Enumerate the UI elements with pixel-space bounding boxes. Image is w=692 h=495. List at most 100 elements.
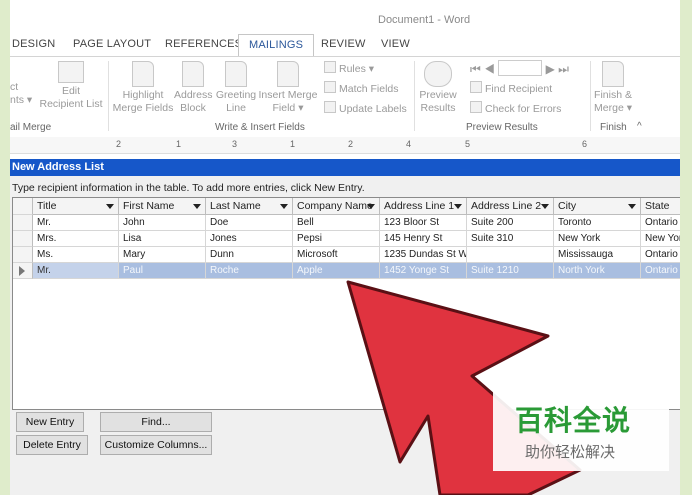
delete-entry-button[interactable]: Delete Entry <box>16 435 88 455</box>
table-cell[interactable]: John <box>119 215 206 231</box>
ruler-number: 5 <box>465 139 471 149</box>
dialog-title: New Address List <box>10 159 680 176</box>
address-block-button[interactable]: Address Block <box>174 61 213 115</box>
table-cell[interactable] <box>467 247 554 263</box>
tab-view[interactable]: VIEW <box>381 38 410 50</box>
table-cell[interactable]: Suite 1210 <box>467 263 554 279</box>
table-cell[interactable]: Dunn <box>206 247 293 263</box>
preview-results-button[interactable]: Preview Results <box>416 61 460 115</box>
table-cell[interactable]: Mrs. <box>33 231 119 247</box>
table-cell[interactable]: Lisa <box>119 231 206 247</box>
chevron-down-icon[interactable] <box>193 204 201 209</box>
select-recipients-button[interactable]: ct nts ▾ <box>10 81 32 107</box>
match-fields-button[interactable]: Match Fields <box>324 81 399 95</box>
table-cell[interactable]: Jones <box>206 231 293 247</box>
row-selector[interactable] <box>13 247 33 263</box>
table-cell[interactable]: Mr. <box>33 263 119 279</box>
table-cell[interactable]: 1235 Dundas St W <box>380 247 467 263</box>
greeting-line-icon <box>225 61 247 87</box>
finish-merge-button[interactable]: Finish & Merge ▾ <box>590 61 636 115</box>
table-cell[interactable]: Pepsi <box>293 231 380 247</box>
next-record-icon[interactable]: ▶ <box>546 62 555 76</box>
table-cell[interactable]: Roche <box>206 263 293 279</box>
table-cell[interactable]: Apple <box>293 263 380 279</box>
row-selector[interactable] <box>13 263 33 279</box>
column-header-address-line-1[interactable]: Address Line 1 <box>380 198 467 215</box>
recipient-table: Title First Name Last Name Company Name … <box>12 197 680 410</box>
column-header-title[interactable]: Title <box>33 198 119 215</box>
table-cell[interactable]: New York <box>554 231 641 247</box>
column-header-first-name[interactable]: First Name <box>119 198 206 215</box>
tab-design[interactable]: DESIGN <box>12 38 55 50</box>
tab-review[interactable]: REVIEW <box>321 38 366 50</box>
table-cell[interactable]: Suite 310 <box>467 231 554 247</box>
highlight-label-1: Highlight <box>122 89 164 101</box>
table-cell[interactable]: New Yor <box>641 231 680 247</box>
tab-page-layout[interactable]: PAGE LAYOUT <box>73 38 151 50</box>
chevron-down-icon[interactable] <box>280 204 288 209</box>
chevron-down-icon[interactable] <box>541 204 549 209</box>
table-cell[interactable]: Mary <box>119 247 206 263</box>
table-cell[interactable]: 1452 Yonge St <box>380 263 467 279</box>
table-cell[interactable]: Ontario <box>641 247 680 263</box>
insert-merge-field-button[interactable]: Insert Merge Field ▾ <box>258 61 318 115</box>
current-row-icon <box>19 266 25 276</box>
table-cell[interactable]: Bell <box>293 215 380 231</box>
column-header-state[interactable]: State <box>641 198 680 215</box>
table-cell[interactable]: Doe <box>206 215 293 231</box>
chevron-down-icon[interactable] <box>454 204 462 209</box>
highlight-merge-fields-button[interactable]: Highlight Merge Fields <box>112 61 174 115</box>
first-record-icon[interactable]: ⏮ <box>470 62 481 76</box>
rules-icon <box>324 61 336 73</box>
rules-button[interactable]: Rules ▾ <box>324 61 374 75</box>
table-cell[interactable]: North York <box>554 263 641 279</box>
table-cell[interactable]: Ontario <box>641 215 680 231</box>
chevron-down-icon[interactable] <box>628 204 636 209</box>
table-cell[interactable]: Microsoft <box>293 247 380 263</box>
table-cell[interactable]: Mr. <box>33 215 119 231</box>
row-selector[interactable] <box>13 215 33 231</box>
greeting-line-button[interactable]: Greeting Line <box>214 61 258 115</box>
table-cell[interactable]: Toronto <box>554 215 641 231</box>
row-selector[interactable] <box>13 231 33 247</box>
column-header-last-name[interactable]: Last Name <box>206 198 293 215</box>
customize-columns-button[interactable]: Customize Columns... <box>100 435 212 455</box>
table-cell[interactable]: 123 Bloor St <box>380 215 467 231</box>
check-errors-button[interactable]: Check for Errors <box>470 101 561 115</box>
record-number-input[interactable] <box>498 60 543 76</box>
column-header-label: Last Name <box>210 200 261 212</box>
chevron-down-icon[interactable] <box>367 204 375 209</box>
watermark-title: 百科全说 <box>515 404 632 437</box>
tab-mailings[interactable]: MAILINGS <box>238 34 315 56</box>
find-recipient-button[interactable]: Find Recipient <box>470 81 552 95</box>
tab-references[interactable]: REFERENCES <box>165 38 242 50</box>
table-cell[interactable]: 145 Henry St <box>380 231 467 247</box>
column-header-city[interactable]: City <box>554 198 641 215</box>
ruler-number: 1 <box>290 139 296 149</box>
write-insert-group-label: Write & Insert Fields <box>215 122 305 133</box>
address-block-icon <box>182 61 204 87</box>
previous-record-icon[interactable]: ◀ <box>484 62 495 76</box>
column-header-address-line-2[interactable]: Address Line 2 <box>467 198 554 215</box>
table-cell[interactable]: Suite 200 <box>467 215 554 231</box>
table-cell[interactable]: Mississauga <box>554 247 641 263</box>
table-cell[interactable]: Paul <box>119 263 206 279</box>
highlight-label-2: Merge Fields <box>112 102 174 114</box>
table-cell[interactable]: Ontario <box>641 263 680 279</box>
edit-recipient-list-button[interactable]: Edit Recipient List <box>38 61 104 111</box>
update-labels-button[interactable]: Update Labels <box>324 101 407 115</box>
ruler-number: 6 <box>582 139 588 149</box>
new-entry-button[interactable]: New Entry <box>16 412 84 432</box>
column-header-label: Company Name <box>297 200 373 212</box>
column-header-label: Title <box>37 200 57 212</box>
check-errors-icon <box>470 101 482 113</box>
ribbon-separator <box>414 61 415 131</box>
ribbon-tabs: DESIGN PAGE LAYOUT REFERENCES MAILINGS R… <box>10 34 680 56</box>
column-header-company-name[interactable]: Company Name <box>293 198 380 215</box>
last-record-icon[interactable]: ⏭ <box>558 62 569 76</box>
chevron-down-icon[interactable] <box>106 204 114 209</box>
table-cell[interactable]: Ms. <box>33 247 119 263</box>
collapse-ribbon-icon[interactable]: ^ <box>637 121 642 132</box>
find-button[interactable]: Find... <box>100 412 212 432</box>
header-corner <box>13 198 33 215</box>
